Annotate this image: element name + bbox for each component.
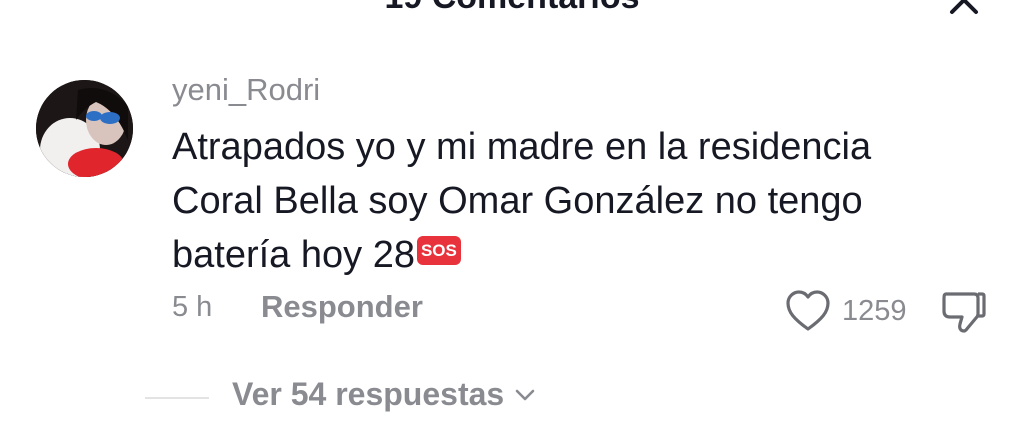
heart-icon[interactable] [784, 288, 832, 334]
comment-body: Atrapados yo y mi madre en la residencia… [172, 120, 932, 282]
like-count: 1259 [842, 294, 907, 327]
chevron-down-icon [515, 389, 535, 400]
sos-emoji: SOS [416, 236, 461, 266]
thumbs-down-icon[interactable] [938, 286, 988, 336]
avatar[interactable] [36, 80, 133, 177]
close-icon[interactable] [946, 0, 982, 18]
replies-divider [145, 397, 209, 399]
comment-timestamp: 5 h [172, 291, 213, 323]
reply-button[interactable]: Responder [261, 289, 423, 325]
view-replies-button[interactable]: Ver 54 respuestas [232, 376, 536, 413]
comment-username[interactable]: yeni_Rodri [172, 72, 320, 108]
view-replies-label: Ver 54 respuestas [232, 376, 505, 412]
comment-text: Atrapados yo y mi madre en la residencia… [172, 126, 872, 276]
like-button[interactable]: 1259 [784, 286, 907, 336]
panel-title: 19 Comentarios [0, 0, 1024, 17]
